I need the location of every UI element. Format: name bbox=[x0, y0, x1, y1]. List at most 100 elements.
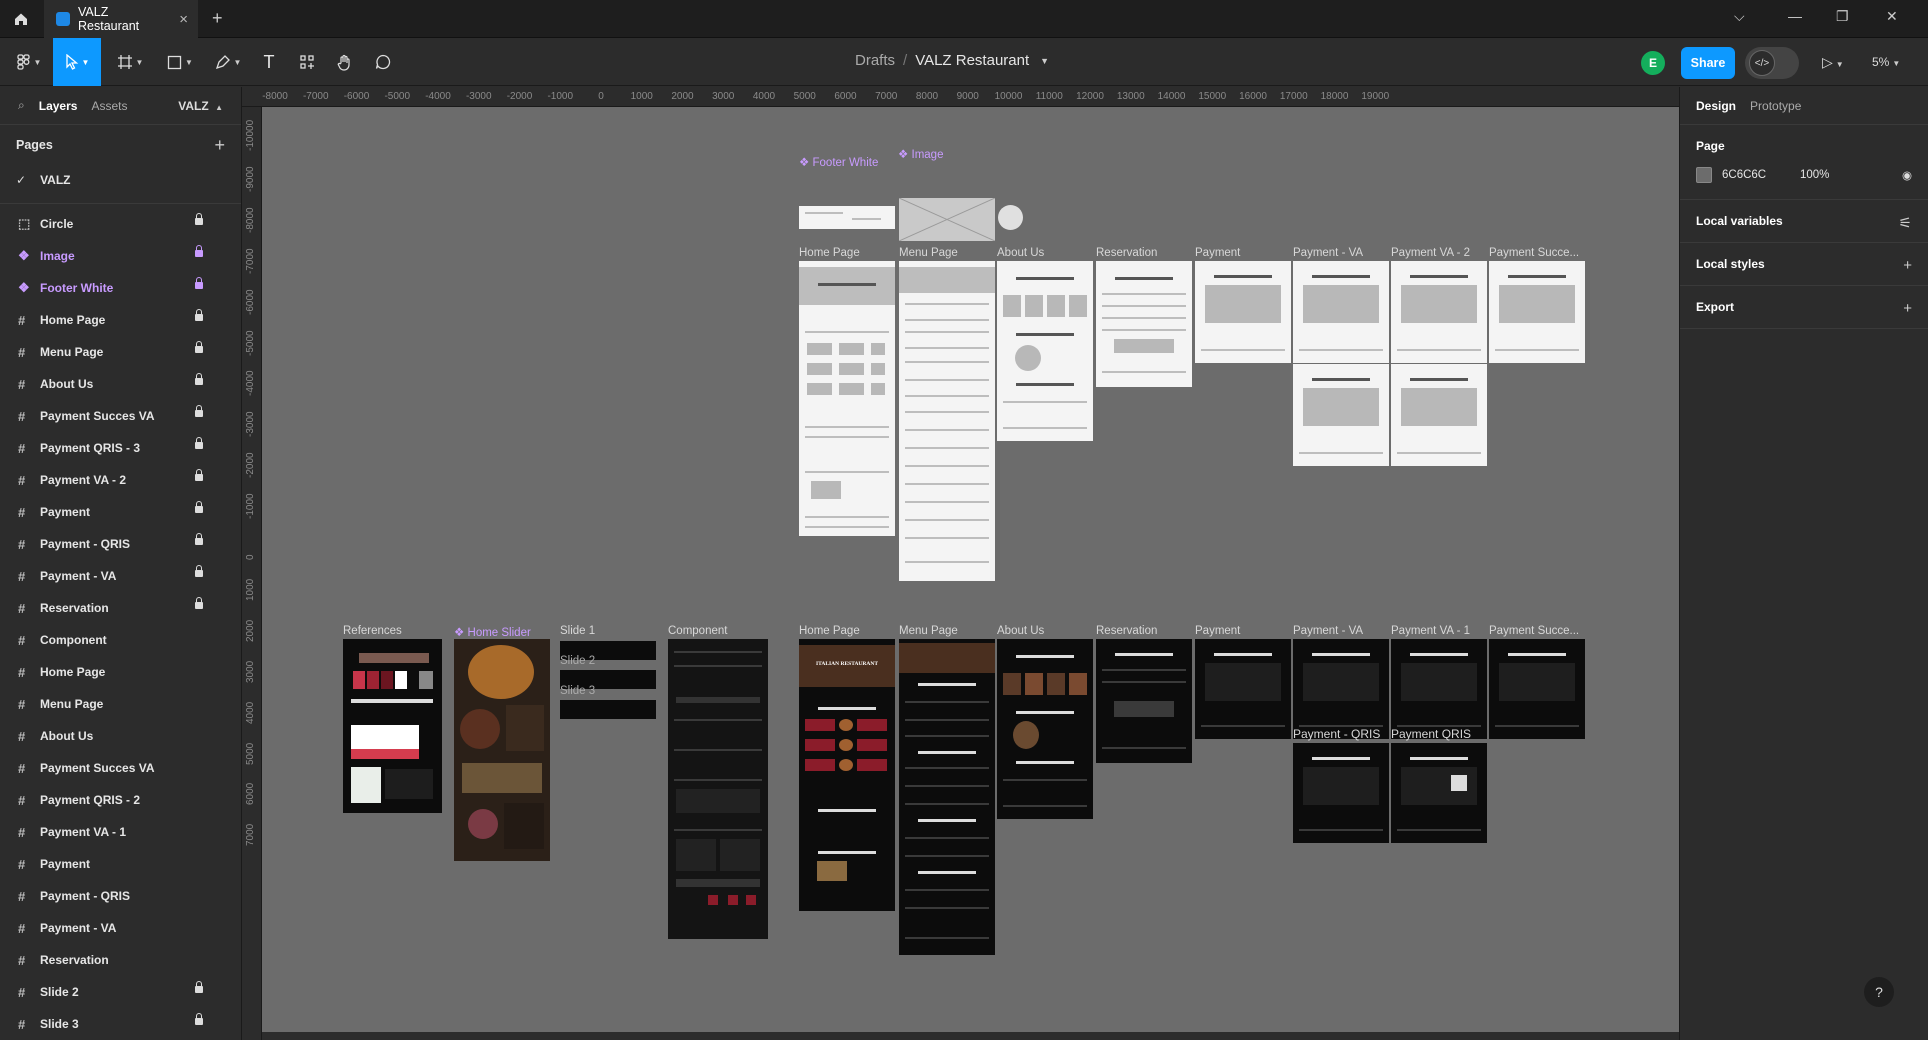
layer-item[interactable]: # Payment VA - 2 bbox=[0, 464, 241, 496]
layer-item[interactable]: # Home Page bbox=[0, 656, 241, 688]
lock-icon[interactable] bbox=[195, 341, 203, 353]
lock-icon[interactable] bbox=[195, 565, 203, 577]
lock-icon[interactable] bbox=[195, 533, 203, 545]
layer-item[interactable]: # About Us bbox=[0, 368, 241, 400]
menu-page-wireframe[interactable] bbox=[899, 261, 995, 581]
main-menu-button[interactable]: ▼ bbox=[8, 38, 50, 86]
frame-label-payment-va-dark[interactable]: Payment - VA bbox=[1293, 625, 1363, 637]
lock-icon[interactable] bbox=[195, 469, 203, 481]
lock-icon[interactable] bbox=[195, 277, 203, 289]
layer-item[interactable]: # Slide 3 bbox=[0, 1008, 241, 1040]
home-page-wireframe[interactable] bbox=[799, 261, 895, 536]
layer-item[interactable]: # Payment - VA bbox=[0, 912, 241, 944]
frame-tool-button[interactable]: ▼ bbox=[110, 38, 150, 86]
present-button[interactable]: ▷ ▼ bbox=[1822, 54, 1844, 71]
payment-design[interactable] bbox=[1195, 639, 1291, 739]
minimize-icon[interactable]: — bbox=[1788, 8, 1802, 24]
menu-page-design[interactable] bbox=[899, 639, 995, 955]
image-placeholder-component[interactable] bbox=[898, 197, 996, 242]
avatar[interactable]: E bbox=[1641, 51, 1665, 75]
about-us-design[interactable] bbox=[997, 639, 1093, 819]
layer-item[interactable]: # Reservation bbox=[0, 592, 241, 624]
payment-qris-3-wireframe[interactable] bbox=[1391, 364, 1487, 466]
frame-label-component[interactable]: Component bbox=[668, 625, 727, 637]
frame-label-payment-success-dark[interactable]: Payment Succe... bbox=[1489, 625, 1579, 637]
layer-item[interactable]: # Payment Succes VA bbox=[0, 400, 241, 432]
layer-item[interactable]: # Payment bbox=[0, 848, 241, 880]
layer-item[interactable]: ❖ Image bbox=[0, 240, 241, 272]
payment-va-wireframe[interactable] bbox=[1293, 261, 1389, 363]
lock-icon[interactable] bbox=[195, 1013, 203, 1025]
frame-label-slide-3[interactable]: Slide 3 bbox=[560, 685, 595, 697]
lock-icon[interactable] bbox=[195, 981, 203, 993]
home-icon[interactable] bbox=[8, 6, 34, 32]
tab-prototype[interactable]: Prototype bbox=[1750, 99, 1801, 113]
move-tool-button[interactable]: ▼ bbox=[53, 38, 101, 86]
frame-label-menu-page[interactable]: Menu Page bbox=[899, 247, 958, 259]
help-button[interactable]: ? bbox=[1864, 977, 1894, 1007]
hand-tool-button[interactable] bbox=[328, 38, 362, 86]
frame-label-home-page[interactable]: Home Page bbox=[799, 247, 860, 259]
lock-icon[interactable] bbox=[195, 245, 203, 257]
frame-label-home-slider[interactable]: ❖ Home Slider bbox=[454, 625, 531, 639]
comment-tool-button[interactable] bbox=[366, 38, 400, 86]
frame-label-reservation[interactable]: Reservation bbox=[1096, 247, 1157, 259]
layer-item[interactable]: # Slide 2 bbox=[0, 976, 241, 1008]
about-us-wireframe[interactable] bbox=[997, 261, 1093, 441]
layer-item[interactable]: # Reservation bbox=[0, 944, 241, 976]
payment-wireframe[interactable] bbox=[1195, 261, 1291, 363]
eye-icon[interactable]: ◉ bbox=[1902, 168, 1912, 182]
pen-tool-button[interactable]: ▼ bbox=[208, 38, 248, 86]
resources-button[interactable] bbox=[290, 38, 324, 86]
close-tab-icon[interactable]: × bbox=[179, 11, 188, 28]
page-color-swatch[interactable] bbox=[1696, 167, 1712, 183]
local-styles-section[interactable]: Local styles + bbox=[1680, 243, 1928, 286]
local-variables-section[interactable]: Local variables ⚟ bbox=[1680, 200, 1928, 243]
lock-icon[interactable] bbox=[195, 405, 203, 417]
dev-mode-toggle[interactable]: </> bbox=[1745, 47, 1799, 79]
frame-label-payment-va-2[interactable]: Payment VA - 2 bbox=[1391, 247, 1470, 259]
layer-item[interactable]: # Payment - QRIS bbox=[0, 528, 241, 560]
layer-item[interactable]: # About Us bbox=[0, 720, 241, 752]
home-page-design[interactable]: ITALIAN RESTAURANT bbox=[799, 639, 895, 911]
payment-qris-2-design[interactable] bbox=[1391, 743, 1487, 843]
home-slider-component[interactable] bbox=[454, 639, 550, 861]
circle-component[interactable] bbox=[998, 205, 1023, 230]
page-opacity[interactable]: 100% bbox=[1800, 169, 1829, 181]
tab-assets[interactable]: Assets bbox=[91, 99, 127, 113]
lock-icon[interactable] bbox=[195, 373, 203, 385]
payment-va-1-design[interactable] bbox=[1391, 639, 1487, 739]
frame-label-footer-white[interactable]: ❖ Footer White bbox=[799, 155, 878, 169]
layer-item[interactable]: # Payment QRIS - 3 bbox=[0, 432, 241, 464]
canvas[interactable]: ❖ Footer White ❖ Image Home Page Menu Pa… bbox=[262, 107, 1679, 1032]
slide-3-frame[interactable] bbox=[560, 700, 656, 719]
layer-item[interactable]: # Menu Page bbox=[0, 688, 241, 720]
references-frame[interactable] bbox=[343, 639, 442, 813]
layer-item[interactable]: # Payment - VA bbox=[0, 560, 241, 592]
page-item-valz[interactable]: ✓ VALZ bbox=[0, 165, 241, 195]
payment-success-design[interactable] bbox=[1489, 639, 1585, 739]
page-color-hex[interactable]: 6C6C6C bbox=[1722, 169, 1790, 181]
lock-icon[interactable] bbox=[195, 309, 203, 321]
text-tool-button[interactable]: T bbox=[252, 38, 286, 86]
layer-item[interactable]: ⬚ Circle bbox=[0, 208, 241, 240]
chevron-down-icon[interactable]: ⌵ bbox=[1734, 8, 1745, 25]
zoom-menu[interactable]: 5% ▼ bbox=[1872, 55, 1900, 69]
layer-item[interactable]: ❖ Footer White bbox=[0, 272, 241, 304]
share-button[interactable]: Share bbox=[1681, 47, 1735, 79]
search-icon[interactable]: ⌕ bbox=[18, 98, 25, 113]
layer-item[interactable]: # Home Page bbox=[0, 304, 241, 336]
payment-success-wireframe[interactable] bbox=[1489, 261, 1585, 363]
frame-label-reservation-dark[interactable]: Reservation bbox=[1096, 625, 1157, 637]
frame-label-payment-qris-dark[interactable]: Payment - QRIS bbox=[1293, 727, 1380, 741]
reservation-wireframe[interactable] bbox=[1096, 261, 1192, 387]
frame-label-about-us-dark[interactable]: About Us bbox=[997, 625, 1044, 637]
payment-qris-wireframe[interactable] bbox=[1293, 364, 1389, 466]
close-window-icon[interactable]: ✕ bbox=[1886, 8, 1898, 25]
sliders-icon[interactable]: ⚟ bbox=[1899, 214, 1912, 232]
frame-label-payment[interactable]: Payment bbox=[1195, 247, 1240, 259]
frame-label-about-us[interactable]: About Us bbox=[997, 247, 1044, 259]
page-background-row[interactable]: 6C6C6C 100% ◉ bbox=[1696, 167, 1912, 183]
reservation-design[interactable] bbox=[1096, 639, 1192, 763]
payment-va-2-wireframe[interactable] bbox=[1391, 261, 1487, 363]
